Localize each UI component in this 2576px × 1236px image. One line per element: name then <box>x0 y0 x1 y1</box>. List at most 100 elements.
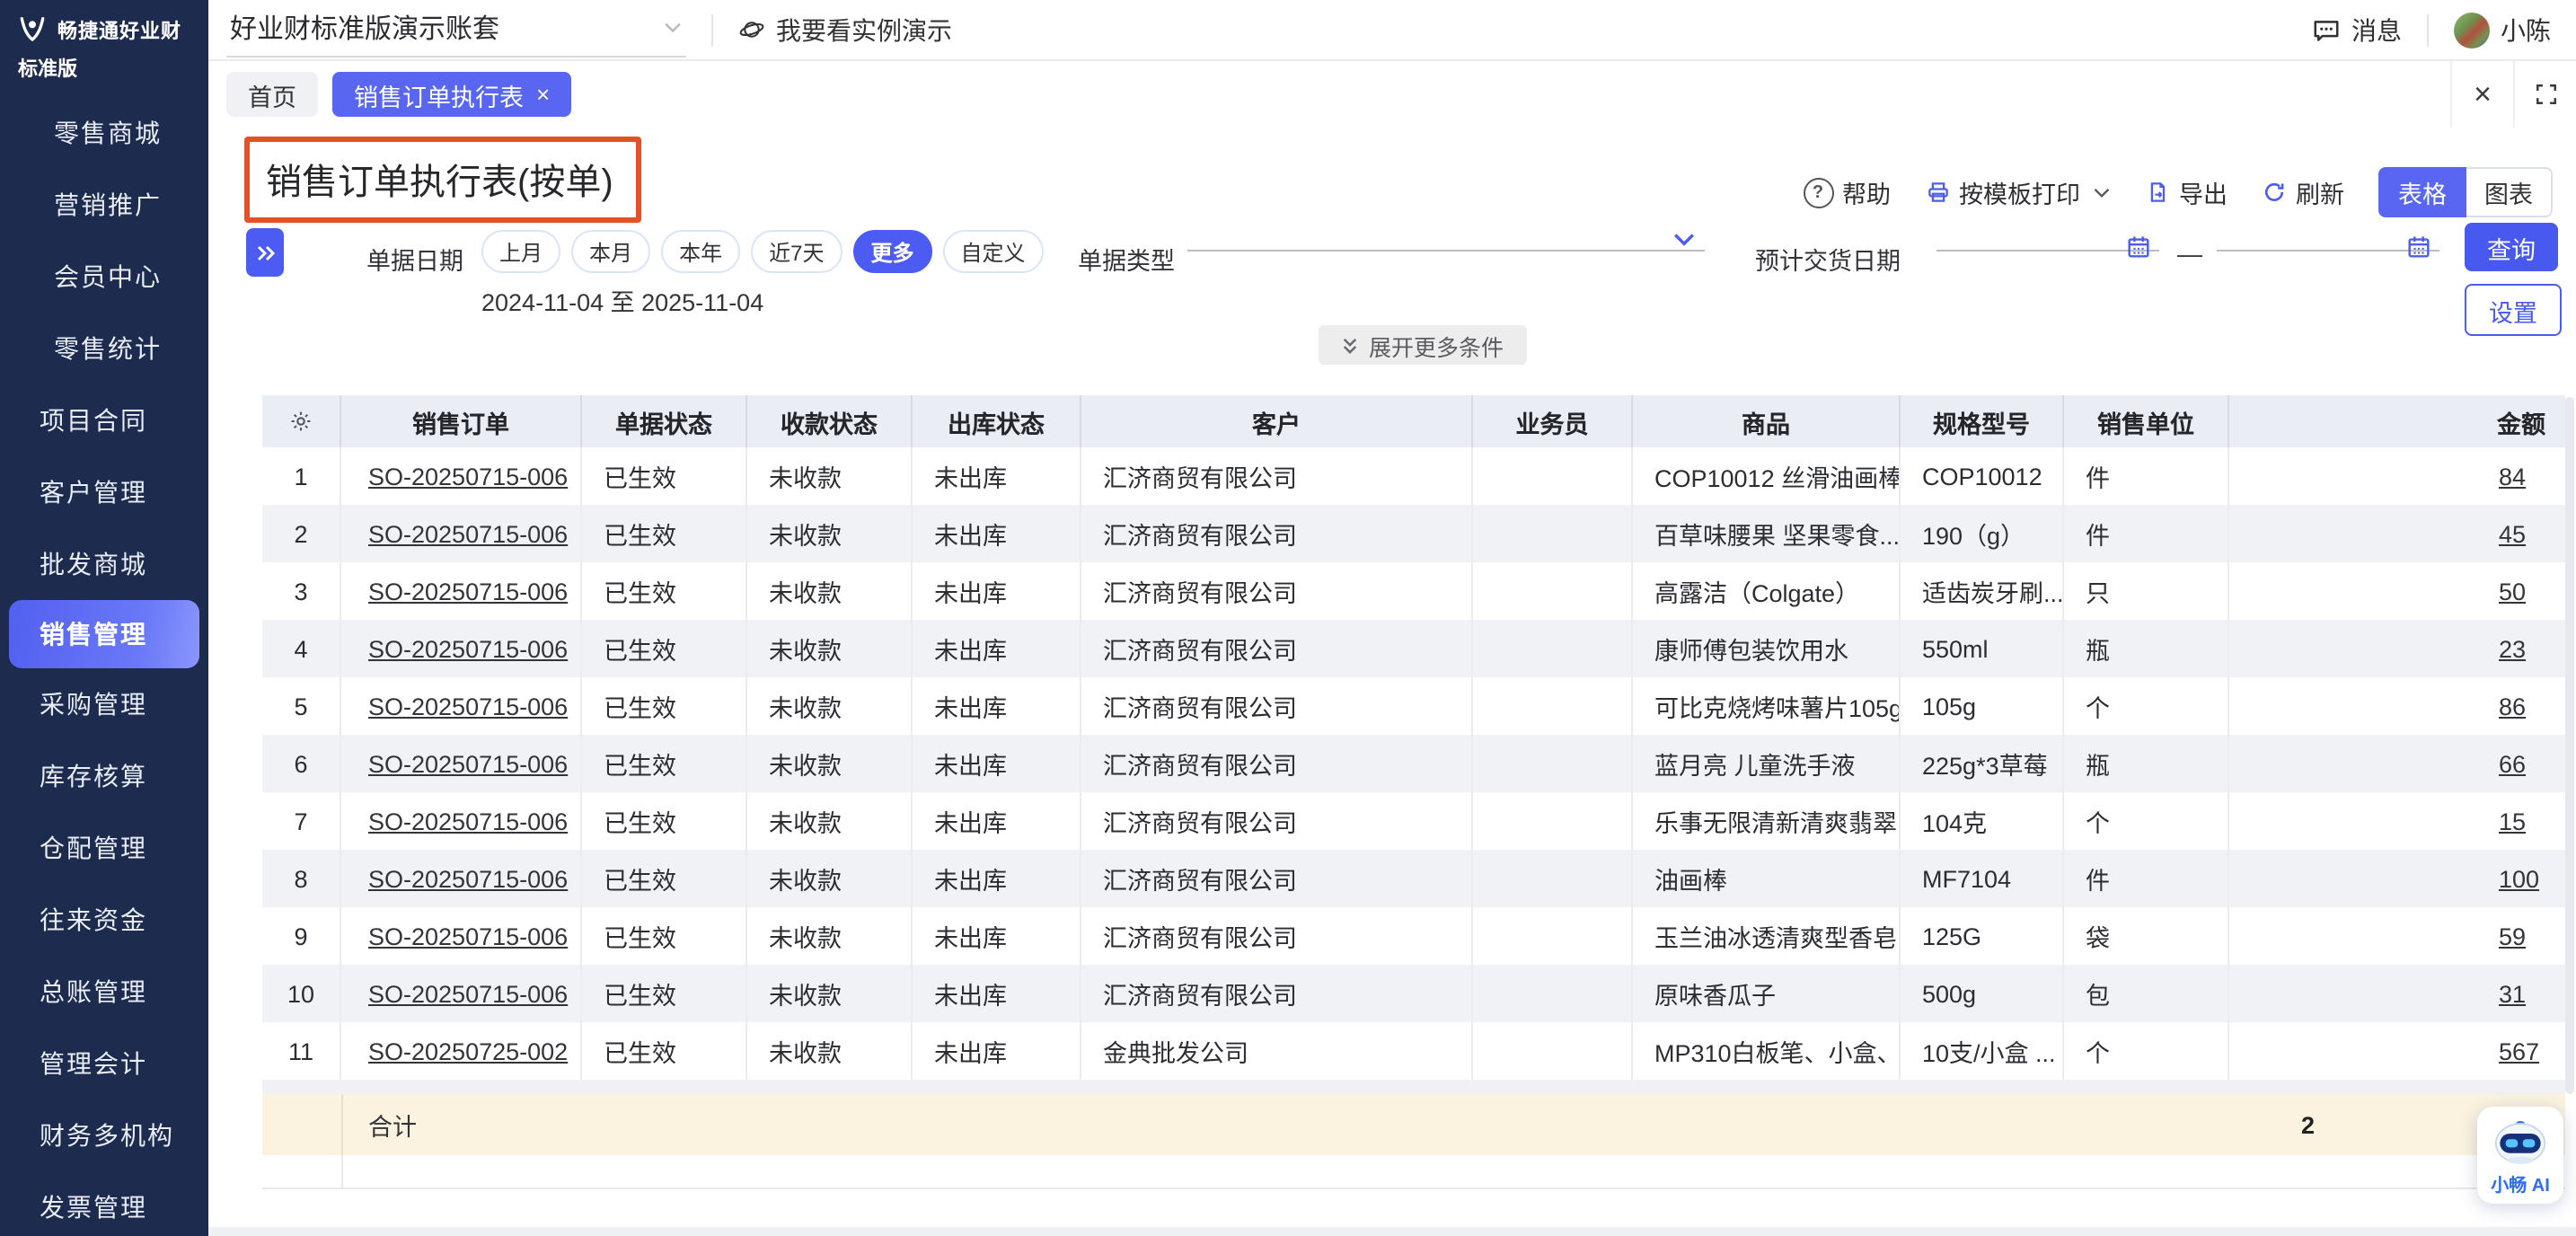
order-number-link[interactable]: SO-20250715-006 <box>368 980 568 1007</box>
order-number-link[interactable]: SO-20250715-006 <box>368 750 568 777</box>
account-selector[interactable]: 好业财标准版演示账套 <box>226 2 686 57</box>
page-content: 销售订单执行表(按单) ? 帮助 按模板打印 <box>208 128 2576 1236</box>
order-number-link[interactable]: SO-20250715-006 <box>368 865 568 892</box>
order-number-link[interactable]: SO-20250715-006 <box>368 463 568 490</box>
customer: 汇济商贸有限公司 <box>1081 447 1473 505</box>
settings-button[interactable]: 设置 <box>2465 284 2562 336</box>
table-row[interactable]: 2 SO-20250715-006 已生效 未收款 未出库 汇济商贸有限公司 百… <box>262 505 2565 562</box>
avatar[interactable] <box>2454 12 2490 48</box>
tab-close-icon[interactable]: × <box>536 83 550 106</box>
demo-link[interactable]: 我要看实例演示 <box>738 12 952 48</box>
column-settings-button[interactable] <box>262 395 341 447</box>
payment-status: 未收款 <box>747 620 913 677</box>
tab-home-label: 首页 <box>248 76 296 112</box>
calendar-icon[interactable] <box>2405 234 2432 260</box>
product: 乐事无限清新清爽翡翠... <box>1633 792 1901 850</box>
table-row[interactable]: 4 SO-20250715-006 已生效 未收款 未出库 汇济商贸有限公司 康… <box>262 620 2565 677</box>
outbound-status: 未出库 <box>913 965 1081 1022</box>
ai-assistant-button[interactable]: 小畅 AI <box>2477 1107 2563 1204</box>
salesman <box>1473 850 1633 907</box>
expand-more-conditions[interactable]: 展开更多条件 <box>1319 325 1527 365</box>
amount-link[interactable]: 100 <box>2499 865 2539 892</box>
sidebar-item-批发商城[interactable]: 批发商城 <box>0 528 208 600</box>
query-button[interactable]: 查询 <box>2465 223 2558 271</box>
sidebar-item-采购管理[interactable]: 采购管理 <box>0 668 208 740</box>
sidebar-item-零售统计[interactable]: 零售统计 <box>0 313 208 384</box>
sidebar-item-总账管理[interactable]: 总账管理 <box>0 956 208 1028</box>
sidebar-item-销售管理[interactable]: 销售管理 <box>9 600 199 668</box>
doc-status: 已生效 <box>582 1022 747 1080</box>
table-row[interactable]: 7 SO-20250715-006 已生效 未收款 未出库 汇济商贸有限公司 乐… <box>262 792 2565 850</box>
date-range-value[interactable]: 2024-11-04 至 2025-11-04 <box>481 282 763 318</box>
messages-button[interactable]: 消息 <box>2312 12 2402 48</box>
amount-link[interactable]: 15 <box>2499 808 2526 834</box>
amount-link[interactable]: 45 <box>2499 520 2526 547</box>
sidebar-item-发票管理[interactable]: 发票管理 <box>0 1171 208 1236</box>
fullscreen-button[interactable] <box>2515 61 2576 128</box>
view-chart-button[interactable]: 图表 <box>2466 167 2553 217</box>
sidebar-item-项目合同[interactable]: 项目合同 <box>0 384 208 456</box>
sidebar-item-label: 客户管理 <box>40 474 147 510</box>
tab-sales-order-report[interactable]: 销售订单执行表 × <box>332 72 571 117</box>
sidebar-item-管理会计[interactable]: 管理会计 <box>0 1028 208 1099</box>
horizontal-scrollbar[interactable] <box>262 1080 2565 1094</box>
date-chip[interactable]: 更多 <box>852 230 931 273</box>
table-row[interactable]: 6 SO-20250715-006 已生效 未收款 未出库 汇济商贸有限公司 蓝… <box>262 735 2565 792</box>
sidebar-item-客户管理[interactable]: 客户管理 <box>0 456 208 528</box>
table-row[interactable]: 3 SO-20250715-006 已生效 未收款 未出库 汇济商贸有限公司 高… <box>262 562 2565 620</box>
row-index: 5 <box>262 677 341 735</box>
fullscreen-icon <box>2534 83 2557 106</box>
user-name[interactable]: 小陈 <box>2501 12 2551 48</box>
table-row[interactable]: 11 SO-20250725-002 已生效 未收款 未出库 金典批发公司 MP… <box>262 1022 2565 1080</box>
vertical-scrollbar[interactable] <box>2565 397 2574 1094</box>
calendar-icon[interactable] <box>2125 234 2152 260</box>
date-chip[interactable]: 上月 <box>481 230 560 273</box>
date-chip[interactable]: 本年 <box>661 230 740 273</box>
table-row[interactable]: 1 SO-20250715-006 已生效 未收款 未出库 汇济商贸有限公司 C… <box>262 447 2565 505</box>
amount-link[interactable]: 23 <box>2499 635 2526 662</box>
sidebar-item-label: 采购管理 <box>40 686 147 722</box>
sidebar-item-往来资金[interactable]: 往来资金 <box>0 884 208 956</box>
tab-home[interactable]: 首页 <box>226 72 318 117</box>
sidebar-item-会员中心[interactable]: 会员中心 <box>0 241 208 313</box>
spec-model: MF7104 <box>1901 850 2064 907</box>
amount-link[interactable]: 59 <box>2499 923 2526 949</box>
amount-link[interactable]: 86 <box>2499 693 2526 720</box>
order-number-link[interactable]: SO-20250715-006 <box>368 808 568 834</box>
refresh-button[interactable]: 刷新 <box>2262 174 2344 210</box>
collapse-filter-button[interactable] <box>246 228 284 277</box>
date-chip[interactable]: 本月 <box>571 230 650 273</box>
date-chip[interactable]: 自定义 <box>943 230 1044 273</box>
sidebar-item-仓配管理[interactable]: 仓配管理 <box>0 812 208 884</box>
table-row[interactable]: 9 SO-20250715-006 已生效 未收款 未出库 汇济商贸有限公司 玉… <box>262 907 2565 965</box>
order-number-link[interactable]: SO-20250725-002 <box>368 1037 568 1064</box>
sidebar-item-营销推广[interactable]: 营销推广 <box>0 169 208 241</box>
table-row[interactable]: 8 SO-20250715-006 已生效 未收款 未出库 汇济商贸有限公司 油… <box>262 850 2565 907</box>
column-header: 销售单位 <box>2064 395 2229 447</box>
sidebar-item-库存核算[interactable]: 库存核算 <box>0 740 208 812</box>
amount-link[interactable]: 567 <box>2499 1037 2539 1064</box>
export-button[interactable]: 导出 <box>2145 174 2228 210</box>
table-row[interactable]: 5 SO-20250715-006 已生效 未收款 未出库 汇济商贸有限公司 可… <box>262 677 2565 735</box>
order-number-link[interactable]: SO-20250715-006 <box>368 693 568 720</box>
doc-status: 已生效 <box>582 505 747 562</box>
doc-type-select[interactable] <box>1187 207 1705 252</box>
amount-link[interactable]: 84 <box>2499 463 2526 490</box>
amount-link[interactable]: 50 <box>2499 578 2526 605</box>
help-button[interactable]: ? 帮助 <box>1803 174 1891 210</box>
sidebar-item-零售商城[interactable]: 零售商城 <box>0 97 208 169</box>
order-number-link[interactable]: SO-20250715-006 <box>368 635 568 662</box>
doc-status: 已生效 <box>582 677 747 735</box>
order-number-link[interactable]: SO-20250715-006 <box>368 520 568 547</box>
amount-link[interactable]: 66 <box>2499 750 2526 777</box>
table-row[interactable]: 10 SO-20250715-006 已生效 未收款 未出库 汇济商贸有限公司 … <box>262 965 2565 1022</box>
tab-bar: 首页 销售订单执行表 × × <box>208 61 2576 129</box>
print-button[interactable]: 按模板打印 <box>1925 174 2111 210</box>
close-all-tabs-button[interactable]: × <box>2452 61 2513 128</box>
order-number-link[interactable]: SO-20250715-006 <box>368 578 568 605</box>
sidebar-item-财务多机构[interactable]: 财务多机构 <box>0 1099 208 1171</box>
order-number-link[interactable]: SO-20250715-006 <box>368 923 568 949</box>
chevron-down-icon[interactable] <box>1672 232 1696 248</box>
date-chip[interactable]: 近7天 <box>751 230 842 273</box>
amount-link[interactable]: 31 <box>2499 980 2526 1007</box>
